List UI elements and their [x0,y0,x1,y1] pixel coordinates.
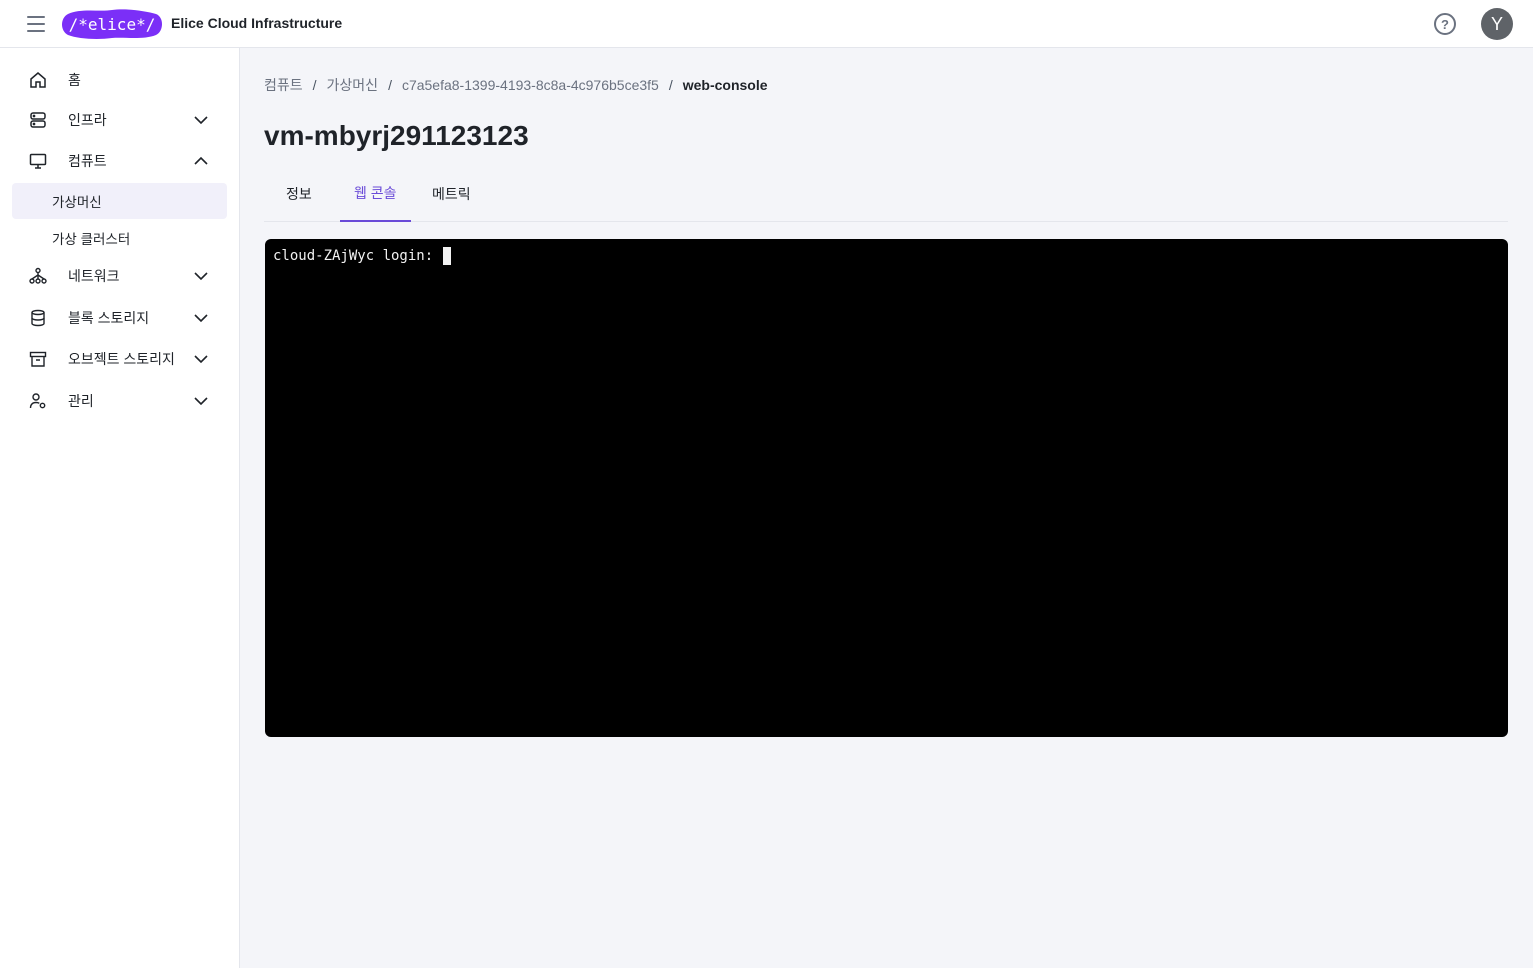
page-title: vm-mbyrj291123123 [264,120,529,151]
tab-info[interactable]: 정보 [272,176,326,222]
breadcrumb-compute[interactable]: 컴퓨트 [264,75,303,95]
sidebar-item-infra[interactable]: 인프라 [12,102,227,138]
sidebar-item-management[interactable]: 관리 [12,383,227,419]
help-glyph: ? [1441,16,1449,32]
sidebar-subitem-label: 가상머신 [52,195,102,210]
breadcrumb-separator: / [668,77,673,93]
chevron-down-icon[interactable] [193,351,209,367]
top-bar: /*elice*/ Elice Cloud Infrastructure ? Y [0,0,1533,48]
sidebar-item-home[interactable]: 홈 [12,62,227,98]
terminal-cursor [442,247,451,265]
chevron-down-icon[interactable] [193,268,209,284]
logo-text: /*elice*/ [69,15,156,34]
sidebar-item-object-storage[interactable]: 오브젝트 스토리지 [12,341,227,377]
sidebar-item-label: 관리 [68,393,94,409]
chevron-down-icon[interactable] [193,112,209,128]
home-icon [30,72,46,88]
breadcrumb-separator: / [388,77,392,93]
sidebar-subitem-label: 가상 클러스터 [52,232,131,247]
avatar[interactable]: Y [1481,8,1513,40]
breadcrumb-vm-id[interactable]: c7a5efa8-1399-4193-8c8a-4c976b5ce3f5 [402,77,659,93]
chevron-down-icon[interactable] [193,393,209,409]
sidebar-item-label: 컴퓨트 [68,153,107,169]
database-icon [31,309,45,327]
network-icon [29,267,47,284]
archive-icon [29,351,47,367]
sidebar-item-virtual-cluster[interactable]: 가상 클러스터 [12,220,227,256]
question-circle-icon[interactable]: ? [1434,13,1456,35]
sidebar-item-label: 블록 스토리지 [68,310,150,326]
sidebar-item-label: 오브젝트 스토리지 [68,351,175,367]
breadcrumb-current: web-console [682,77,768,93]
monitor-icon [29,153,47,169]
sidebar-item-compute[interactable]: 컴퓨트 [12,143,227,179]
sidebar-item-virtual-machine[interactable]: 가상머신 [12,183,227,219]
sidebar-item-label: 네트워크 [68,268,120,284]
app-title[interactable]: Elice Cloud Infrastructure [171,15,342,31]
console-line: cloud-ZAjWyc login: [273,247,451,265]
breadcrumb-separator: / [312,77,317,93]
tab-bar: 정보 웹 콘솔 메트릭 [264,176,1508,222]
tab-metrics[interactable]: 메트릭 [418,176,485,222]
elice-logo[interactable]: /*elice*/ [60,8,164,40]
chevron-up-icon[interactable] [193,153,209,169]
sidebar-item-block-storage[interactable]: 블록 스토리지 [12,300,227,336]
sidebar: 홈 인프라 컴퓨트 가상머신 가상 클러스터 네트워크 블록 스토리지 오브젝트… [0,48,240,968]
sidebar-item-label: 홈 [68,72,81,88]
web-console-terminal[interactable]: cloud-ZAjWyc login: [265,239,1508,737]
tab-web-console[interactable]: 웹 콘솔 [340,176,411,222]
console-prompt-text: cloud-ZAjWyc login: [273,248,442,264]
sidebar-item-label: 인프라 [68,112,107,128]
breadcrumb: 컴퓨트 / 가상머신 / c7a5efa8-1399-4193-8c8a-4c9… [264,75,768,95]
server-icon [30,112,46,128]
breadcrumb-virtual-machine[interactable]: 가상머신 [327,75,379,95]
sidebar-item-network[interactable]: 네트워크 [12,258,227,294]
user-settings-icon [29,393,46,409]
chevron-down-icon[interactable] [193,310,209,326]
hamburger-menu-icon[interactable] [24,12,48,36]
